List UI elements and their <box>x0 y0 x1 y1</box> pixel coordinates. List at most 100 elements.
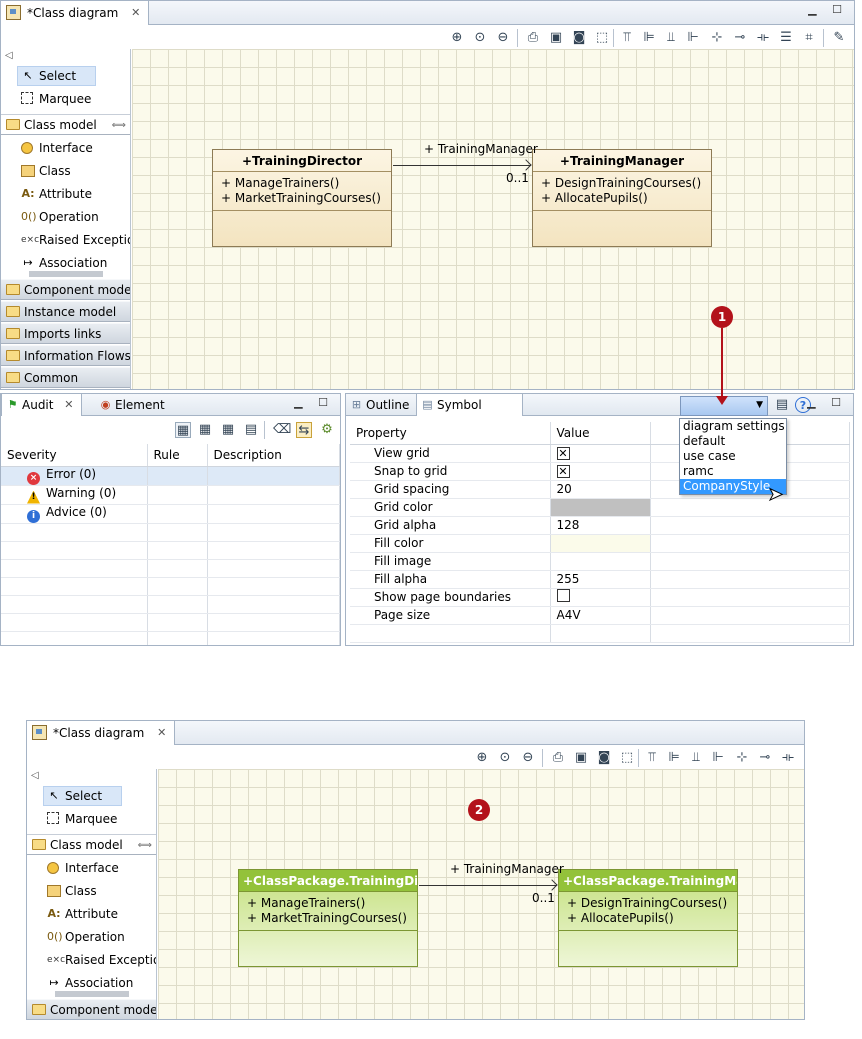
view-grid-checkbox[interactable]: ✕ <box>556 447 570 460</box>
align-left-icon[interactable]: ⊫ <box>641 30 657 46</box>
align-left-icon[interactable]: ⊫ <box>666 750 682 766</box>
save-icon[interactable]: ▣ <box>548 30 564 46</box>
palette-item-raised-exception[interactable]: e×c Raised Exception <box>27 949 156 972</box>
pin-icon[interactable]: ⟺ <box>112 115 126 136</box>
same-height-icon[interactable]: ☰ <box>778 30 794 46</box>
tab-element[interactable]: ◉ Element <box>95 394 173 416</box>
drawer-instance-model[interactable]: Instance model <box>1 301 130 322</box>
palette-collapse-arrow[interactable]: ◁ <box>27 769 156 783</box>
distribute-icon[interactable]: ⌗ <box>801 30 817 46</box>
property-row[interactable]: Fill color <box>350 534 850 553</box>
class-training-manager[interactable]: +ClassPackage.TrainingMan... + DesignTra… <box>558 869 738 967</box>
close-icon[interactable]: ✕ <box>131 1 140 25</box>
align-center-icon[interactable]: ⊸ <box>757 750 773 766</box>
palette-item-interface[interactable]: Interface <box>27 857 156 880</box>
close-icon[interactable]: ✕ <box>157 721 166 745</box>
association-line[interactable] <box>419 885 557 886</box>
link-with-editor-icon[interactable]: ⇆ <box>296 422 312 438</box>
drawer-imports-links[interactable]: Imports links <box>1 323 130 344</box>
tab-outline[interactable]: ⊞ Outline <box>346 394 417 416</box>
align-right-icon[interactable]: ⊩ <box>685 30 701 46</box>
page-boundaries-checkbox[interactable] <box>556 589 570 602</box>
property-row[interactable]: Fill image <box>350 552 850 571</box>
view-window-controls[interactable]: ▁ ☐ <box>807 396 847 409</box>
pin-icon[interactable]: ⟺ <box>138 835 152 856</box>
window-controls[interactable]: ▁ ☐ <box>808 3 848 16</box>
property-row[interactable]: Grid alpha 128 <box>350 516 850 535</box>
diagram-canvas[interactable]: +TrainingDirector + ManageTrainers() + M… <box>132 49 854 389</box>
align-top-icon[interactable]: ⫪ <box>644 750 660 766</box>
palette-tool-marquee[interactable]: Marquee <box>27 808 156 831</box>
column-header[interactable]: Value <box>550 422 651 445</box>
scroll-down-indicator[interactable] <box>55 991 129 997</box>
align-middle-icon[interactable]: ⊹ <box>709 30 725 46</box>
tab-class-diagram[interactable]: *Class diagram ✕ <box>1 1 150 25</box>
drawer-information-flows[interactable]: Information Flows <box>1 345 130 366</box>
drawer-class-model[interactable]: Class model ⟺ <box>1 114 130 135</box>
table-row[interactable]: × Error (0) <box>1 466 340 486</box>
zoom-fit-icon[interactable]: ⊙ <box>472 30 488 46</box>
dropdown-option[interactable]: use case <box>680 449 786 464</box>
align-top-icon[interactable]: ⫪ <box>619 30 635 46</box>
palette-item-class[interactable]: Class <box>1 160 130 183</box>
format-brush-icon[interactable]: ✎ <box>831 30 847 46</box>
drawer-class-model[interactable]: Class model ⟺ <box>27 834 156 855</box>
palette-tool-select[interactable]: ↖ Select <box>1 65 130 88</box>
palette-item-attribute[interactable]: A: Attribute <box>1 183 130 206</box>
zoom-in-icon[interactable]: ⊕ <box>474 750 490 766</box>
filter-advice-icon[interactable]: ▦ <box>220 422 236 438</box>
property-row[interactable]: Fill alpha 255 <box>350 570 850 589</box>
palette-item-operation[interactable]: 0() Operation <box>27 926 156 949</box>
export-image-icon[interactable]: ◙ <box>571 30 587 46</box>
zoom-fit-icon[interactable]: ⊙ <box>497 750 513 766</box>
zoom-out-icon[interactable]: ⊖ <box>520 750 536 766</box>
class-training-manager[interactable]: +TrainingManager + DesignTrainingCourses… <box>532 149 712 247</box>
snap-to-grid-checkbox[interactable]: ✕ <box>556 465 570 478</box>
drawer-common[interactable]: Common <box>1 367 130 388</box>
style-manager-icon[interactable]: ▤ <box>774 397 790 413</box>
view-window-controls[interactable]: ▁ ☐ <box>294 396 334 409</box>
tab-symbol[interactable]: ▤ Symbol <box>416 394 523 416</box>
property-row[interactable]: Show page boundaries <box>350 588 850 607</box>
same-width-icon[interactable]: ⟛ <box>755 30 771 46</box>
fill-color-swatch[interactable] <box>550 534 651 553</box>
column-header[interactable]: Severity <box>1 444 148 467</box>
column-header[interactable]: Rule <box>147 444 208 467</box>
palette-tool-marquee[interactable]: Marquee <box>1 88 130 111</box>
align-middle-icon[interactable]: ⊹ <box>734 750 750 766</box>
tab-audit[interactable]: ⚑ Audit ✕ <box>1 394 83 416</box>
select-all-icon[interactable]: ⬚ <box>594 30 610 46</box>
align-bottom-icon[interactable]: ⫫ <box>663 30 679 46</box>
select-all-icon[interactable]: ⬚ <box>619 750 635 766</box>
print-icon[interactable]: ⎙ <box>525 30 541 46</box>
save-icon[interactable]: ▣ <box>573 750 589 766</box>
dropdown-option[interactable]: diagram settings <box>680 419 786 434</box>
export-image-icon[interactable]: ◙ <box>596 750 612 766</box>
dropdown-option[interactable]: ramc <box>680 464 786 479</box>
same-width-icon[interactable]: ⟛ <box>780 750 796 766</box>
align-center-icon[interactable]: ⊸ <box>732 30 748 46</box>
zoom-in-icon[interactable]: ⊕ <box>449 30 465 46</box>
run-audit-icon[interactable]: ⚙ <box>319 422 335 438</box>
filter-warning-icon[interactable]: ▦ <box>197 422 213 438</box>
palette-item-operation[interactable]: 0() Operation <box>1 206 130 229</box>
palette-item-interface[interactable]: Interface <box>1 137 130 160</box>
palette-item-attribute[interactable]: A: Attribute <box>27 903 156 926</box>
column-header[interactable]: Description <box>207 444 340 467</box>
dropdown-option[interactable]: default <box>680 434 786 449</box>
filter-all-icon[interactable]: ▤ <box>243 422 259 438</box>
drawer-component-model[interactable]: Component model <box>27 999 156 1019</box>
close-icon[interactable]: ✕ <box>64 394 73 416</box>
align-right-icon[interactable]: ⊩ <box>710 750 726 766</box>
filter-error-icon[interactable]: ▦ <box>175 422 191 438</box>
palette-item-class[interactable]: Class <box>27 880 156 903</box>
print-icon[interactable]: ⎙ <box>550 750 566 766</box>
palette-collapse-arrow[interactable]: ◁ <box>1 49 130 63</box>
zoom-out-icon[interactable]: ⊖ <box>495 30 511 46</box>
palette-tool-select[interactable]: ↖ Select <box>27 785 156 808</box>
table-row[interactable]: i Advice (0) <box>1 504 340 524</box>
scroll-down-indicator[interactable] <box>29 271 103 277</box>
table-row[interactable]: ! Warning (0) <box>1 485 340 505</box>
class-training-director[interactable]: +ClassPackage.TrainingDire... + ManageTr… <box>238 869 418 967</box>
clear-icon[interactable]: ⌫ <box>273 422 291 438</box>
